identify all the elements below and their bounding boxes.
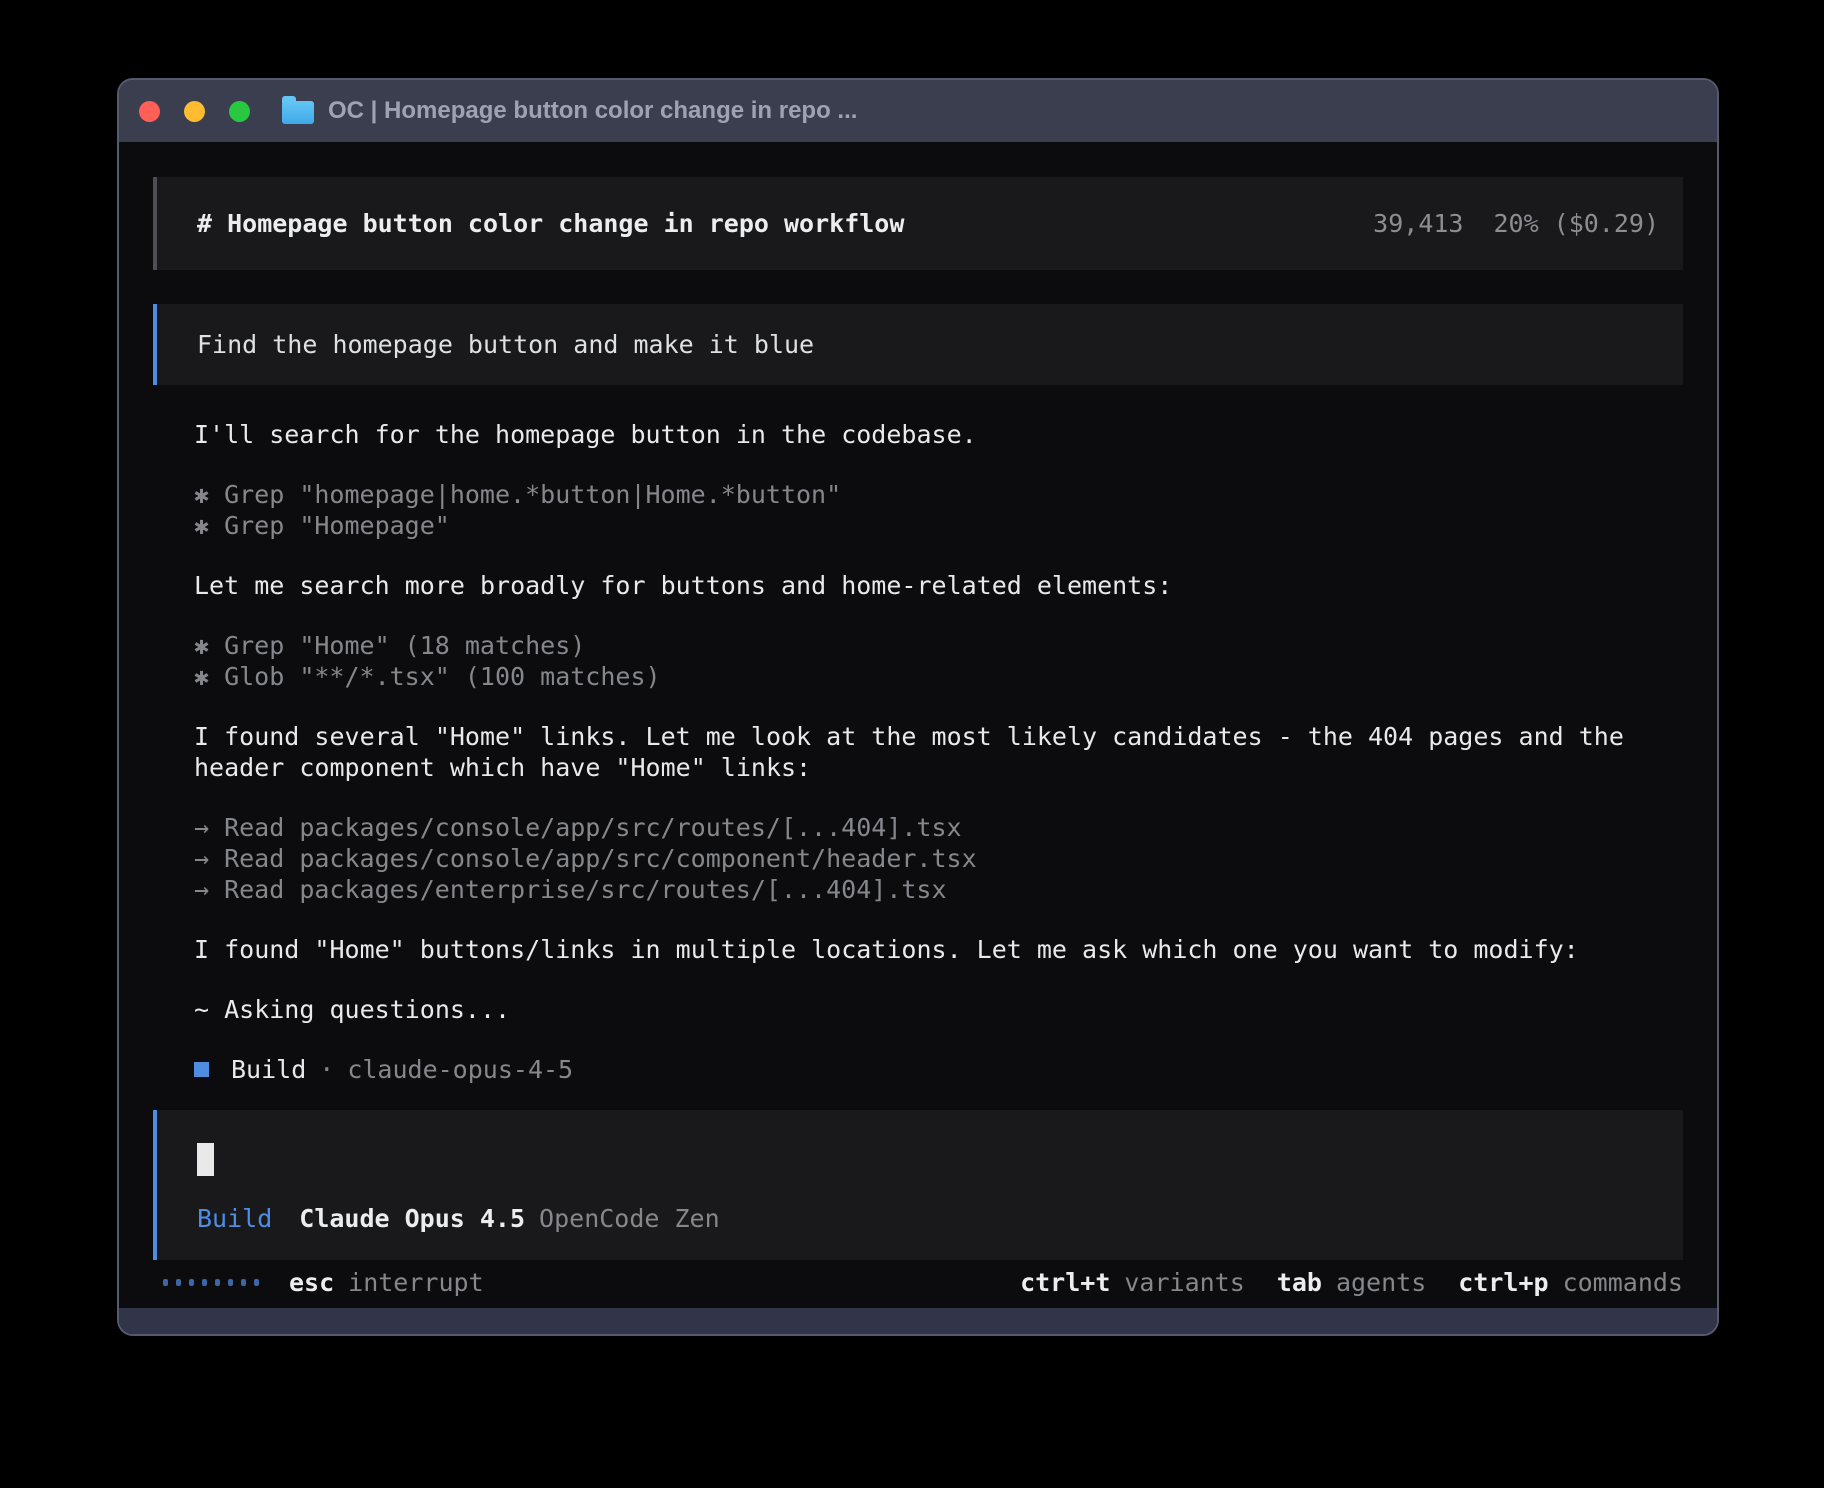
session-title: # Homepage button color change in repo w…	[197, 208, 904, 239]
assistant-paragraph: I found several "Home" links. Let me loo…	[194, 721, 1683, 783]
status-bar: esc interrupt ctrl+t variants tab agents…	[119, 1260, 1717, 1308]
agent-status-row: Build · claude-opus-4-5	[194, 1054, 1683, 1085]
token-count: 39,413	[1373, 208, 1463, 239]
tool-call-grep: ✱Grep "Homepage"	[194, 510, 1683, 541]
agent-model: claude-opus-4-5	[347, 1054, 573, 1085]
assistant-paragraph: I found "Home" buttons/links in multiple…	[194, 934, 1683, 965]
fullscreen-button[interactable]	[229, 101, 250, 122]
tool-call-grep: ✱Grep "Home" (18 matches)	[194, 630, 1683, 661]
tool-bullet-icon: ✱	[194, 661, 209, 692]
shortcut-key: ctrl+p	[1458, 1268, 1548, 1297]
shortcut-label: agents	[1336, 1268, 1426, 1297]
input-provider-label: OpenCode Zen	[539, 1203, 720, 1234]
traffic-lights	[139, 101, 250, 122]
minimize-button[interactable]	[184, 101, 205, 122]
assistant-transcript: I'll search for the homepage button in t…	[153, 419, 1683, 1110]
user-message: Find the homepage button and make it blu…	[153, 304, 1683, 385]
assistant-paragraph: I'll search for the homepage button in t…	[194, 419, 1683, 450]
assistant-paragraph: Let me search more broadly for buttons a…	[194, 570, 1683, 601]
shortcut-key: tab	[1277, 1268, 1322, 1297]
shortcut-label: variants	[1124, 1268, 1244, 1297]
window-title: OC | Homepage button color change in rep…	[328, 97, 857, 125]
arrow-right-icon: →	[194, 812, 209, 843]
tool-call-group: ✱Grep "homepage|home.*button|Home.*butto…	[194, 479, 1683, 541]
terminal-content: # Homepage button color change in repo w…	[119, 142, 1717, 1260]
status-bar-left: esc interrupt	[153, 1268, 484, 1297]
prompt-input[interactable]: Build Claude Opus 4.5 OpenCode Zen	[153, 1110, 1683, 1260]
tool-call-read: →Read packages/enterprise/src/routes/[..…	[194, 874, 1683, 905]
input-mode-label[interactable]: Build	[197, 1203, 272, 1234]
shortcut-interrupt: esc interrupt	[289, 1268, 484, 1297]
tool-call-grep: ✱Grep "homepage|home.*button|Home.*butto…	[194, 479, 1683, 510]
window-bottom-edge	[119, 1308, 1717, 1334]
shortcut-label: commands	[1563, 1268, 1683, 1297]
user-message-text: Find the homepage button and make it blu…	[197, 329, 814, 360]
agent-name: Build	[231, 1054, 306, 1085]
shortcut-commands: ctrl+p commands	[1458, 1268, 1683, 1297]
tool-call-read: →Read packages/console/app/src/component…	[194, 843, 1683, 874]
shortcut-key: ctrl+t	[1020, 1268, 1110, 1297]
tool-call-read: →Read packages/console/app/src/routes/[.…	[194, 812, 1683, 843]
tool-bullet-icon: ✱	[194, 630, 209, 661]
terminal-window: OC | Homepage button color change in rep…	[117, 78, 1719, 1336]
session-cost: ($0.29)	[1554, 208, 1659, 239]
folder-icon	[282, 101, 314, 124]
tool-call-glob: ✱Glob "**/*.tsx" (100 matches)	[194, 661, 1683, 692]
context-percent: 20%	[1493, 208, 1538, 239]
asking-status: ~ Asking questions...	[194, 994, 1683, 1025]
session-stats: 39,413 20% ($0.29)	[1373, 208, 1659, 239]
tool-call-group: ✱Grep "Home" (18 matches) ✱Glob "**/*.ts…	[194, 630, 1683, 692]
shortcut-label: interrupt	[348, 1268, 483, 1297]
status-bar-right: ctrl+t variants tab agents ctrl+p comman…	[1020, 1268, 1683, 1297]
shortcut-key: esc	[289, 1268, 334, 1297]
tool-bullet-icon: ✱	[194, 510, 209, 541]
input-meta: Build Claude Opus 4.5 OpenCode Zen	[197, 1203, 1659, 1234]
shortcut-agents: tab agents	[1277, 1268, 1426, 1297]
session-header: # Homepage button color change in repo w…	[153, 177, 1683, 270]
arrow-right-icon: →	[194, 843, 209, 874]
spinner-dots	[163, 1279, 259, 1286]
arrow-right-icon: →	[194, 874, 209, 905]
input-model-label[interactable]: Claude Opus 4.5	[299, 1203, 525, 1234]
text-cursor	[197, 1143, 214, 1176]
shortcut-variants: ctrl+t variants	[1020, 1268, 1245, 1297]
tool-bullet-icon: ✱	[194, 479, 209, 510]
tool-call-group: →Read packages/console/app/src/routes/[.…	[194, 812, 1683, 905]
window-titlebar: OC | Homepage button color change in rep…	[119, 80, 1717, 142]
close-button[interactable]	[139, 101, 160, 122]
build-agent-icon	[194, 1062, 209, 1077]
dot-separator: ·	[319, 1054, 334, 1085]
